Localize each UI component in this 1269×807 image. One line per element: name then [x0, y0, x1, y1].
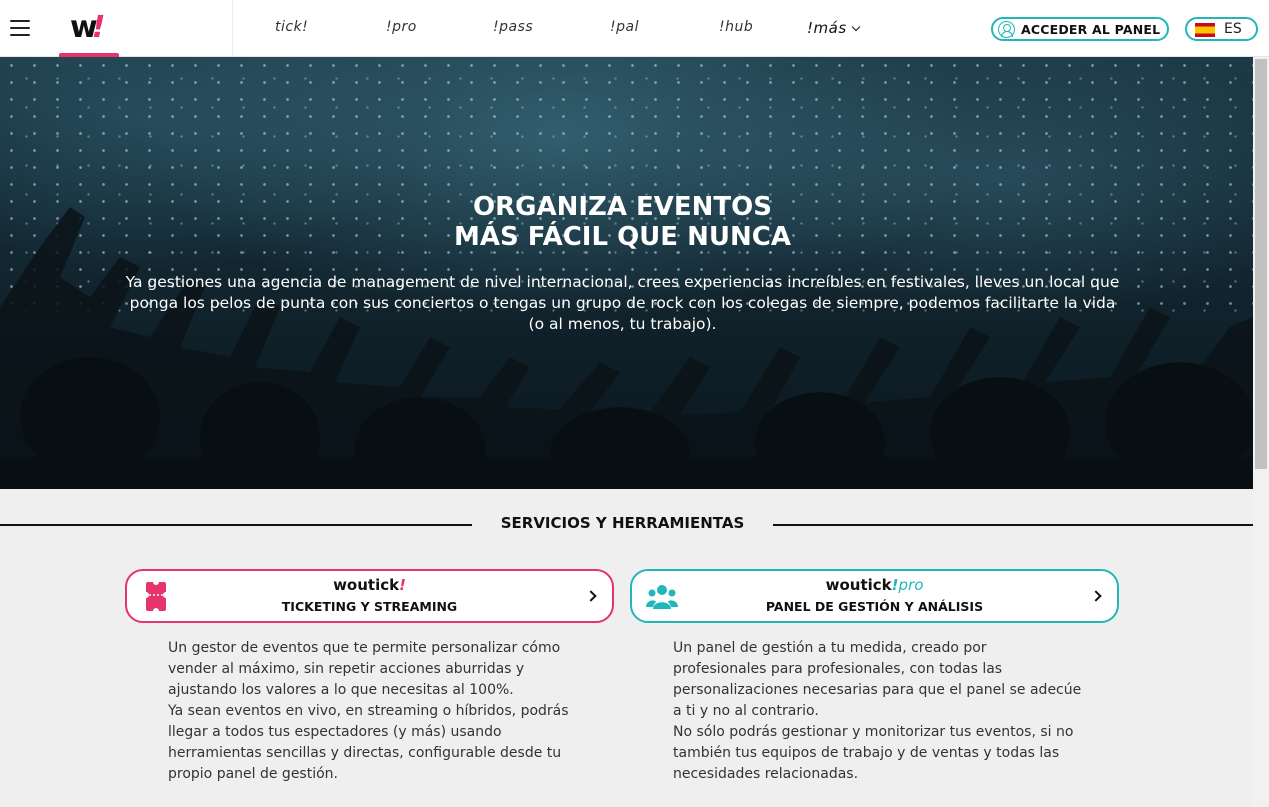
- page-scrollbar[interactable]: [1253, 57, 1269, 807]
- card-subtitle: TICKETING Y STREAMING: [281, 599, 458, 614]
- services-title: SERVICIOS Y HERRAMIENTAS: [500, 514, 745, 532]
- nav-pass[interactable]: !pass: [493, 19, 533, 35]
- divider-line: [0, 524, 472, 526]
- hero-description: Ya gestiones una agencia de management d…: [125, 273, 1120, 333]
- divider-line: [773, 524, 1253, 526]
- pro-description: Un panel de gestión a tu medida, creado …: [673, 638, 1083, 785]
- brand-name: woutick: [333, 576, 400, 594]
- card-subtitle: PANEL DE GESTIÓN Y ANÁLISIS: [765, 599, 984, 614]
- scrollbar-thumb[interactable]: [1255, 59, 1267, 469]
- card-woutick-ticketing[interactable]: woutick! TICKETING Y STREAMING: [125, 569, 614, 623]
- description-paragraph: No sólo podrás gestionar y monitorizar t…: [673, 724, 1074, 782]
- top-navbar: w! tick! !pro !pass !pal !hub !más ACCED…: [0, 0, 1269, 57]
- brand-bang: !: [399, 576, 406, 594]
- language-code: ES: [1224, 21, 1242, 37]
- hamburger-menu-icon[interactable]: [10, 20, 30, 36]
- nav-pro[interactable]: !pro: [386, 19, 417, 35]
- nav-tick[interactable]: tick!: [275, 19, 308, 35]
- services-section-header: SERVICIOS Y HERRAMIENTAS: [0, 512, 1253, 538]
- brand-suffix: pro: [898, 576, 924, 594]
- chevron-down-icon: [851, 22, 860, 32]
- brand-bang: !: [891, 576, 899, 594]
- nav-mas-dropdown[interactable]: !más: [807, 19, 860, 37]
- hero-title: ORGANIZA EVENTOS MÁS FÁCIL QUE NUNCA: [0, 192, 1245, 252]
- access-panel-button[interactable]: ACCEDER AL PANEL: [991, 17, 1169, 41]
- description-paragraph: Un panel de gestión a tu medida, creado …: [673, 640, 1082, 719]
- ticketing-description: Un gestor de eventos que te permite pers…: [168, 638, 578, 785]
- hero-title-line2: MÁS FÁCIL QUE NUNCA: [454, 222, 791, 252]
- brand-name: woutick: [825, 576, 892, 594]
- hero-title-line1: ORGANIZA EVENTOS: [472, 192, 772, 222]
- active-indicator: [59, 53, 119, 57]
- description-paragraph: Ya sean eventos en vivo, en streaming o …: [168, 703, 569, 782]
- card-brand: woutick!: [127, 576, 612, 594]
- logo-bang: !: [91, 10, 106, 45]
- card-woutick-pro[interactable]: woutick!pro PANEL DE GESTIÓN Y ANÁLISIS: [630, 569, 1119, 623]
- header-divider: [232, 0, 233, 57]
- spain-flag-icon: [1195, 23, 1215, 37]
- user-circle-icon: [998, 21, 1015, 38]
- woutick-logo[interactable]: w!: [59, 0, 119, 57]
- description-paragraph: Un gestor de eventos que te permite pers…: [168, 640, 561, 698]
- nav-hub[interactable]: !hub: [719, 19, 753, 35]
- nav-mas-label: !más: [807, 19, 847, 37]
- card-brand: woutick!pro: [632, 576, 1117, 594]
- nav-pal[interactable]: !pal: [610, 19, 639, 35]
- hero-banner: ORGANIZA EVENTOS MÁS FÁCIL QUE NUNCA Ya …: [0, 57, 1253, 489]
- language-selector[interactable]: ES: [1185, 17, 1258, 41]
- access-panel-label: ACCEDER AL PANEL: [1021, 22, 1161, 37]
